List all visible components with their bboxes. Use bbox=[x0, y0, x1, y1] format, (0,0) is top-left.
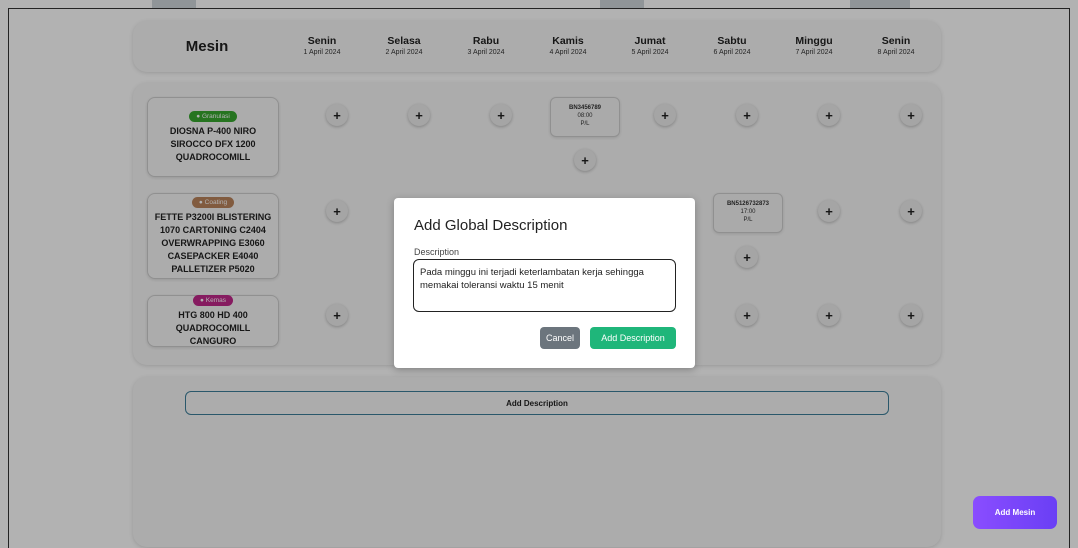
description-label: Description bbox=[414, 247, 460, 257]
add-global-description-modal: Add Global Description Description Pada … bbox=[394, 198, 695, 368]
description-textarea[interactable]: Pada minggu ini terjadi keterlambatan ke… bbox=[413, 259, 676, 312]
add-mesin-button[interactable]: Add Mesin bbox=[973, 496, 1057, 529]
cancel-button[interactable]: Cancel bbox=[540, 327, 580, 349]
add-description-submit-button[interactable]: Add Description bbox=[590, 327, 676, 349]
modal-title: Add Global Description bbox=[414, 217, 568, 234]
